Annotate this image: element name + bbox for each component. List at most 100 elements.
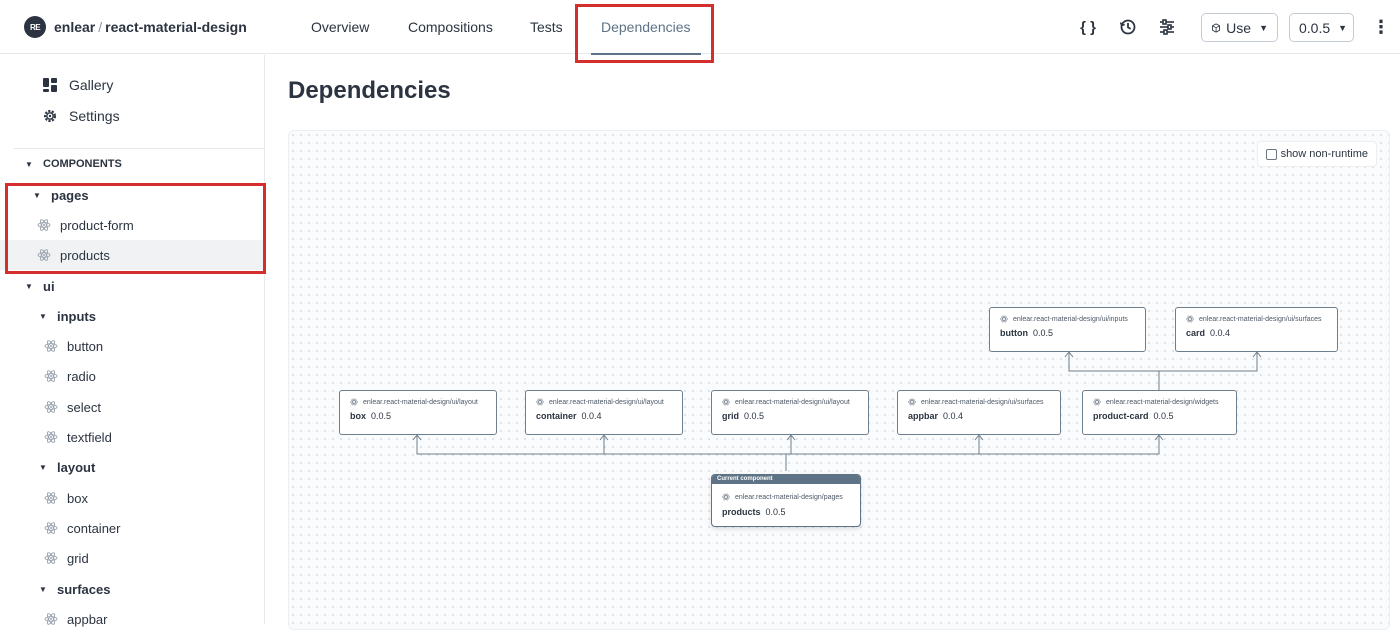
react-component-icon <box>44 522 58 534</box>
sidebar-link-gallery[interactable]: Gallery <box>42 74 113 96</box>
caret-down-icon: ▼ <box>39 311 47 321</box>
caret-down-icon: ▼ <box>33 190 41 200</box>
react-component-icon <box>44 370 58 382</box>
current-component-node[interactable]: Current component enlear.react-material-… <box>711 474 861 527</box>
tree-folder-inputs[interactable]: ▼ inputs <box>0 301 264 331</box>
tree-label: container <box>67 520 121 536</box>
node-name: grid 0.0.5 <box>722 411 765 421</box>
tree-item-product-form[interactable]: product-form <box>0 210 264 240</box>
node-name: products 0.0.5 <box>722 507 786 517</box>
tree-folder-pages[interactable]: ▼ pages <box>0 180 264 210</box>
dependency-node-grid[interactable]: enlear.react-material-design/ui/layout g… <box>711 390 869 435</box>
tree-folder-ui[interactable]: ▼ ui <box>0 271 264 301</box>
react-component-icon <box>44 492 58 504</box>
tree-label: button <box>67 338 104 354</box>
code-braces-icon[interactable]: { } <box>1077 16 1099 38</box>
tree-label: layout <box>57 459 96 475</box>
react-component-icon <box>44 431 58 443</box>
node-scope: enlear.react-material-design/ui/layout <box>350 397 496 407</box>
caret-down-icon: ▼ <box>39 584 47 594</box>
dependency-edges <box>412 351 1262 471</box>
node-name: appbar 0.0.4 <box>908 411 964 421</box>
show-non-runtime-label: show non-runtime <box>1280 148 1368 160</box>
tree-item-textfield[interactable]: textfield <box>0 422 264 452</box>
react-component-icon <box>350 398 358 406</box>
show-non-runtime-toggle[interactable]: show non-runtime <box>1256 141 1377 167</box>
components-header[interactable]: ▼ COMPONENTS <box>0 149 264 179</box>
tree-label: inputs <box>57 308 96 324</box>
chevron-down-icon: ▼ <box>1338 22 1348 33</box>
node-scope: enlear.react-material-design/ui/layout <box>536 397 682 407</box>
tree-item-box[interactable]: box <box>0 483 264 513</box>
tree-item-container[interactable]: container <box>0 513 264 543</box>
use-button[interactable]: Use ▼ <box>1201 13 1278 42</box>
tree-item-grid[interactable]: grid <box>0 543 264 573</box>
caret-down-icon: ▼ <box>25 159 33 169</box>
version-select[interactable]: 0.0.5 ▼ <box>1289 13 1354 42</box>
react-component-icon <box>44 340 58 352</box>
version-label: 0.0.5 <box>1299 19 1331 36</box>
chevron-down-icon: ▼ <box>1259 22 1268 33</box>
sidebar-link-settings[interactable]: Settings <box>42 105 120 127</box>
react-component-icon <box>536 398 544 406</box>
node-scope: enlear.react-material-design/pages <box>722 492 860 502</box>
project-name[interactable]: react-material-design <box>105 19 247 35</box>
tree-label: appbar <box>67 611 108 627</box>
tree-folder-surfaces[interactable]: ▼ surfaces <box>0 574 264 604</box>
react-component-icon <box>1093 398 1101 406</box>
dependency-node-product-card[interactable]: enlear.react-material-design/widgets pro… <box>1082 390 1237 435</box>
node-scope: enlear.react-material-design/ui/surfaces <box>908 397 1060 407</box>
tab-tests[interactable]: Tests <box>530 0 563 54</box>
tree-label: pages <box>51 187 89 203</box>
tree-label: products <box>60 247 110 263</box>
gear-icon <box>42 108 58 124</box>
tab-overview[interactable]: Overview <box>311 0 369 54</box>
settings-sliders-icon[interactable] <box>1156 16 1178 38</box>
top-bar: RE enlear / react-material-design Overview… <box>0 0 1400 63</box>
history-icon[interactable] <box>1117 16 1139 38</box>
dependency-node-appbar[interactable]: enlear.react-material-design/ui/surfaces… <box>897 390 1061 435</box>
tree-item-button[interactable]: button <box>0 331 264 361</box>
tree-label: select <box>67 399 101 415</box>
tree-label: product-form <box>60 217 134 233</box>
checkbox[interactable] <box>1265 148 1277 160</box>
tree-item-radio[interactable]: radio <box>0 361 264 391</box>
dependency-node-button[interactable]: enlear.react-material-design/ui/inputs b… <box>989 307 1146 352</box>
tree-item-products[interactable]: products <box>0 240 264 270</box>
sidebar-link-label: Gallery <box>69 77 114 93</box>
package-icon <box>1212 22 1221 33</box>
dependency-node-card[interactable]: enlear.react-material-design/ui/surfaces… <box>1175 307 1338 352</box>
tree-item-appbar[interactable]: appbar <box>0 604 264 634</box>
react-component-icon <box>44 401 58 413</box>
node-scope: enlear.react-material-design/ui/layout <box>722 397 868 407</box>
sidebar: Gallery Settings ▼ COMPONENTS ▼ pages pr… <box>0 55 266 627</box>
sidebar-link-label: Settings <box>69 108 120 124</box>
tree-label: grid <box>67 550 89 566</box>
node-name: product-card 0.0.5 <box>1093 411 1174 421</box>
owner-name[interactable]: enlear <box>54 19 95 35</box>
dependency-node-box[interactable]: enlear.react-material-design/ui/layout b… <box>339 390 497 435</box>
caret-down-icon: ▼ <box>39 462 47 472</box>
tree-label: ui <box>43 278 55 294</box>
node-scope: enlear.react-material-design/ui/surfaces <box>1186 314 1337 324</box>
tab-dependencies[interactable]: Dependencies <box>591 0 701 55</box>
node-name: box 0.0.5 <box>350 411 392 421</box>
current-component-badge: Current component <box>712 475 860 484</box>
tree-item-select[interactable]: select <box>0 392 264 422</box>
breadcrumb-separator: / <box>98 19 103 35</box>
tab-compositions[interactable]: Compositions <box>408 0 493 54</box>
tree-label: box <box>67 490 88 506</box>
react-component-icon <box>1186 315 1194 323</box>
tree-folder-layout[interactable]: ▼ layout <box>0 452 264 482</box>
dependency-node-container[interactable]: enlear.react-material-design/ui/layout c… <box>525 390 683 435</box>
react-component-icon <box>722 398 730 406</box>
brand[interactable]: RE enlear / react-material-design <box>24 16 247 38</box>
node-scope: enlear.react-material-design/ui/inputs <box>1000 314 1145 324</box>
scope-logo: RE <box>24 16 46 38</box>
node-name: button 0.0.5 <box>1000 328 1054 338</box>
react-component-icon <box>37 249 51 261</box>
more-vertical-icon[interactable]: ⋮ <box>1370 16 1392 38</box>
tree-label: radio <box>67 368 96 384</box>
dependency-graph[interactable]: show non-runtime enlear.react-material-d… <box>288 130 1390 630</box>
caret-down-icon: ▼ <box>25 281 33 291</box>
